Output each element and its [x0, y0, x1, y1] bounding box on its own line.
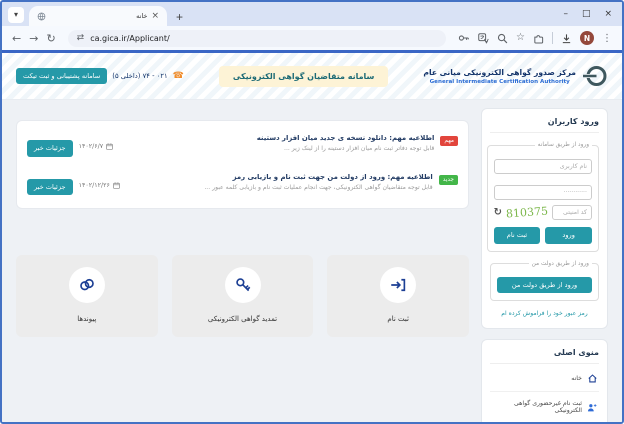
captcha-image: 810375: [505, 204, 549, 221]
support-ticket-button[interactable]: سامانه پشتیبانی و ثبت تیکت: [16, 67, 108, 85]
site-brand[interactable]: مرکز صدور گواهی الکترونیکی میانی عام Gen…: [423, 63, 608, 89]
support-phone: ۰۲۱ - ۷۴ (داخلی ۵): [112, 72, 168, 80]
globe-icon: [37, 12, 46, 20]
main-column: مهم اطلاعیه مهم: دانلود نسخه ی جدید میان…: [15, 108, 469, 422]
download-icon[interactable]: [561, 33, 572, 44]
gica-logo-icon: [582, 66, 607, 86]
menu-item-remote-registration[interactable]: ثبت نام غیرحضوری گواهی الکترونیکی: [490, 391, 599, 422]
browser-window: ▾ خانه × + – □ × ← → ↻ ⇄ ca.gica.ir/Appl…: [0, 0, 624, 424]
login-buttons: ورود ثبت نام: [493, 227, 592, 244]
gov-login-button[interactable]: ورود از طریق دولت من: [497, 276, 592, 294]
calendar-icon: [106, 143, 113, 150]
brand-title-fa: مرکز صدور گواهی الکترونیکی میانی عام: [423, 67, 576, 77]
browser-toolbar: ← → ↻ ⇄ ca.gica.ir/Applicant/ ☆ N ⋮: [2, 26, 622, 53]
announcement-subtitle: قابل توجه متقاضیان گواهی الکترونیکی، جهت…: [204, 183, 433, 191]
close-window-icon[interactable]: ×: [604, 9, 612, 19]
site-info-icon[interactable]: ⇄: [77, 33, 85, 43]
announcement-row: جدید اطلاعیه مهم: ورود از دولت من جهت ثب…: [27, 165, 458, 204]
brand-text: مرکز صدور گواهی الکترونیکی میانی عام Gen…: [423, 68, 576, 85]
calendar-icon: [113, 181, 120, 189]
feature-renew-certificate[interactable]: تمدید گواهی الکترونیکی: [171, 255, 314, 338]
links-chain-icon: [68, 267, 105, 304]
feature-tiles: ثبت نام تمدید گواهی الکترونیکی پیوندها: [15, 255, 469, 338]
tab-strip: ▾ خانه × + – □ ×: [2, 2, 622, 26]
register-button[interactable]: ثبت نام: [493, 227, 541, 244]
new-badge: جدید: [438, 174, 458, 185]
site-header: مرکز صدور گواهی الکترونیکی میانی عام Gen…: [2, 53, 622, 100]
extensions-icon[interactable]: [533, 33, 544, 44]
home-icon: [587, 374, 597, 383]
system-login-group: ورود از طریق سامانه 810375 ↻ ورود ثبت نا…: [486, 142, 599, 252]
login-arrow-icon: [380, 267, 417, 304]
login-panel-title: ورود کاربران: [490, 117, 599, 133]
new-tab-button[interactable]: +: [172, 10, 187, 24]
forward-icon[interactable]: →: [29, 33, 38, 44]
back-icon[interactable]: ←: [12, 33, 21, 44]
profile-avatar[interactable]: N: [580, 31, 594, 45]
address-bar[interactable]: ⇄ ca.gica.ir/Applicant/: [67, 29, 447, 47]
menu-item-label: خانه: [571, 375, 582, 383]
announcement-date: ۱۴۰۲/۶/۷: [79, 143, 114, 150]
announcement-title[interactable]: اطلاعیه مهم: دانلود نسخه ی جدید میان افز…: [119, 134, 435, 142]
toolbar-divider: [552, 32, 553, 44]
menu-item-label: ثبت نام غیرحضوری گواهی الکترونیکی: [513, 400, 582, 415]
captcha-refresh-icon[interactable]: ↻: [494, 207, 502, 218]
announcement-text: اطلاعیه مهم: دانلود نسخه ی جدید میان افز…: [119, 134, 435, 152]
main-menu-panel: منوی اصلی خانه ثبت نام غیرحضوری گواهی ال…: [481, 339, 608, 422]
page-content: ورود کاربران ورود از طریق سامانه 810375 …: [2, 100, 622, 422]
password-manager-icon[interactable]: [458, 33, 470, 43]
announcement-title[interactable]: اطلاعیه مهم: ورود از دولت من جهت ثبت نام…: [126, 173, 433, 181]
person-plus-icon: [587, 403, 597, 412]
browser-tab[interactable]: خانه ×: [29, 6, 167, 26]
news-details-button[interactable]: جزئیات خبر: [27, 178, 73, 196]
bookmark-star-icon[interactable]: ☆: [516, 33, 525, 43]
gov-login-group: ورود از طریق دولت من ورود از طریق دولت م…: [490, 260, 599, 302]
system-title-badge: سامانه متقاضیان گواهی الکترونیکی: [218, 65, 389, 87]
sidebar: ورود کاربران ورود از طریق سامانه 810375 …: [481, 108, 608, 422]
captcha-row: 810375 ↻: [494, 205, 592, 220]
feature-label: تمدید گواهی الکترونیکی: [207, 315, 278, 324]
announcement-row: مهم اطلاعیه مهم: دانلود نسخه ی جدید میان…: [27, 126, 458, 165]
important-badge: مهم: [440, 136, 458, 146]
key-icon: [224, 267, 261, 304]
news-details-button[interactable]: جزئیات خبر: [27, 140, 73, 157]
tab-title: خانه: [136, 12, 148, 20]
minimize-icon[interactable]: –: [563, 9, 568, 19]
announcements-card: مهم اطلاعیه مهم: دانلود نسخه ی جدید میان…: [16, 120, 469, 210]
announcement-date: ۱۴۰۲/۱۲/۲۶: [79, 182, 120, 189]
phone-icon: ☎: [172, 71, 184, 81]
main-menu-title: منوی اصلی: [490, 348, 599, 365]
password-input[interactable]: [493, 185, 592, 200]
reload-icon[interactable]: ↻: [46, 33, 55, 44]
login-button[interactable]: ورود: [545, 227, 592, 244]
support-area: ☎ ۰۲۱ - ۷۴ (داخلی ۵) سامانه پشتیبانی و ث…: [16, 67, 184, 85]
feature-label: ثبت نام: [387, 315, 409, 324]
web-page: مرکز صدور گواهی الکترونیکی میانی عام Gen…: [2, 53, 622, 422]
feature-register[interactable]: ثبت نام: [327, 255, 469, 338]
zoom-icon[interactable]: [497, 33, 508, 44]
window-controls: – □ ×: [563, 2, 616, 26]
feature-links[interactable]: پیوندها: [15, 255, 158, 338]
feature-label: پیوندها: [77, 315, 97, 324]
close-tab-icon[interactable]: ×: [151, 11, 159, 21]
toolbar-icons: ☆ N ⋮: [458, 31, 612, 45]
login-panel: ورود کاربران ورود از طریق سامانه 810375 …: [481, 108, 608, 330]
menu-item-home[interactable]: خانه: [490, 366, 599, 391]
username-input[interactable]: [493, 159, 592, 174]
system-login-legend: ورود از طریق سامانه: [537, 142, 589, 148]
url-text: ca.gica.ir/Applicant/: [90, 33, 170, 43]
translate-icon[interactable]: [478, 32, 489, 44]
forgot-password-link[interactable]: رمز عبور خود را فراموش کرده ام: [490, 310, 599, 317]
captcha-input[interactable]: [552, 205, 592, 220]
browser-menu-icon[interactable]: ⋮: [602, 33, 612, 44]
brand-title-en: General Intermediate Certification Autho…: [429, 78, 570, 85]
announcement-subtitle: قابل توجه دفاتر ثبت نام میان افزار دستین…: [284, 145, 435, 152]
gov-login-legend: ورود از طریق دولت من: [531, 260, 589, 267]
tab-search-chevron-icon[interactable]: ▾: [8, 7, 24, 23]
announcement-text: اطلاعیه مهم: ورود از دولت من جهت ثبت نام…: [126, 173, 433, 191]
maximize-icon[interactable]: □: [582, 9, 591, 19]
